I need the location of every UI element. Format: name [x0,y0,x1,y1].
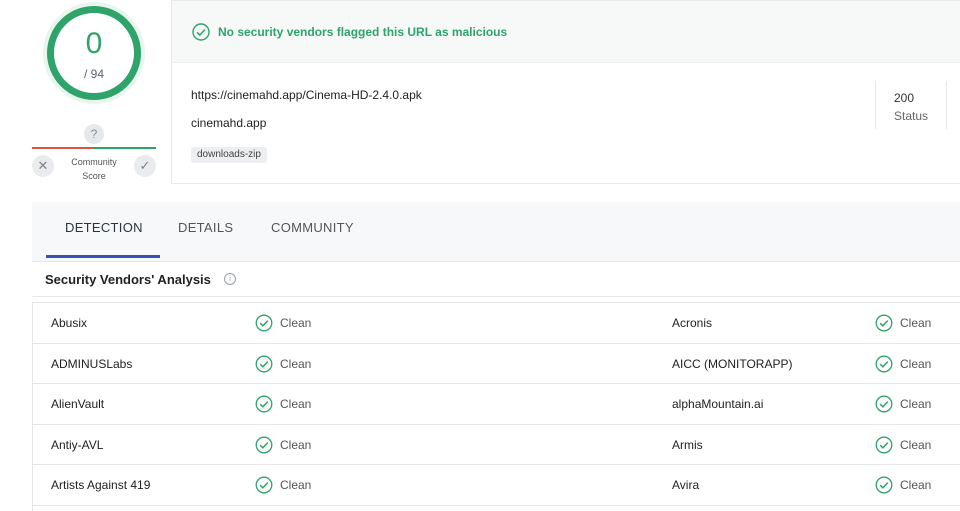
table-row: Artists Against 419 Clean Avira Clean [32,465,960,506]
vendor-name: alphaMountain.ai [672,397,764,411]
tab-details[interactable]: DETAILS [178,220,233,235]
scanned-domain[interactable]: cinemahd.app [191,116,266,130]
table-left-border [32,302,33,511]
result-label: Clean [900,397,932,411]
status-value: 200 [894,91,915,105]
vendor-results-table: Abusix Clean Acronis Clean ADMINUSLabs C… [32,302,960,506]
community-score-bar [32,147,156,149]
vendor-name: ADMINUSLabs [51,356,133,371]
check-circle-icon [875,395,893,413]
check-circle-icon [255,355,273,372]
verdict-text: No security vendors flagged this URL as … [218,25,508,39]
check-circle-icon [192,23,210,41]
check-circle-icon [255,395,273,413]
question-icon: ? [84,124,104,144]
result-label: Clean [900,356,932,371]
result-label: Clean [280,478,312,492]
check-circle-icon [875,314,893,332]
result-label: Clean [280,356,312,371]
check-circle-icon [875,436,893,453]
vendor-name: Artists Against 419 [51,478,151,492]
result-label: Clean [900,437,932,452]
check-circle-icon [255,314,273,332]
tab-detection[interactable]: DETECTION [65,220,143,235]
result-label: Clean [900,478,932,492]
active-tab-indicator [46,255,160,258]
table-row: Antiy-AVL Clean Armis Clean [32,425,960,465]
verdict-banner: No security vendors flagged this URL as … [172,1,960,63]
detection-score-value: 0 [85,27,103,60]
vote-harmful-button[interactable]: ✕ [32,155,54,177]
vendor-name: AICC (MONITORAPP) [672,356,793,371]
table-row: ADMINUSLabs Clean AICC (MONITORAPP) Clea… [32,344,960,384]
scanned-url: https://cinemahd.app/Cinema-HD-2.4.0.apk [191,88,422,102]
check-circle-icon [875,355,893,372]
vendor-name: Armis [672,437,703,452]
section-divider [32,296,960,297]
detection-score-ring: 0 / 94 [47,6,141,100]
result-label: Clean [280,437,312,452]
tag-badge[interactable]: downloads-zip [191,147,267,163]
community-score-label: Community Score [71,157,117,181]
result-label: Clean [280,316,312,330]
detection-score-total: / 94 [83,67,104,81]
http-status: 200 Status [875,81,947,129]
section-title: Security Vendors' Analysis [45,272,211,287]
vote-harmless-button[interactable]: ✓ [134,155,156,177]
vendor-name: Acronis [672,316,713,330]
result-label: Clean [900,316,932,330]
vendor-name: Abusix [51,316,88,330]
vendor-name: Avira [672,478,700,492]
check-circle-icon [255,476,273,494]
check-circle-icon [875,476,893,494]
status-label: Status [894,109,929,123]
check-circle-icon [255,436,273,453]
result-label: Clean [280,397,312,411]
url-summary-card: No security vendors flagged this URL as … [171,0,960,184]
tab-bar: DETECTION DETAILS COMMUNITY [32,202,960,262]
tab-community[interactable]: COMMUNITY [271,220,354,235]
vendor-name: Antiy-AVL [51,437,104,452]
vendor-name: AlienVault [51,397,105,411]
table-row: AlienVault Clean alphaMountain.ai Clean [32,384,960,425]
info-icon[interactable]: i [224,273,236,285]
table-row: Abusix Clean Acronis Clean [32,303,960,344]
